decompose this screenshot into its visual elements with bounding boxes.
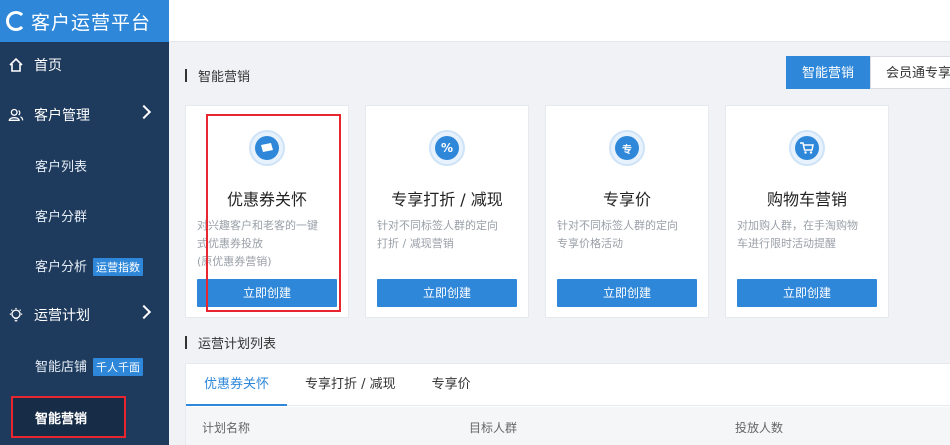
plan-list-panel: 优惠券关怀 专享打折 / 减现 专享价 计划名称 目标人群 投放人数 [185, 363, 950, 445]
sidebar-subitem-smart-marketing[interactable]: 智能营销 [11, 396, 126, 438]
plan-list-title: 运营计划列表 [185, 333, 276, 352]
sidebar-subitem-smart-store[interactable]: 智能店铺 千人千面 [35, 356, 144, 376]
sidebar-item-label: 运营计划 [34, 308, 90, 324]
sidebar-item-customer-management[interactable]: 客户管理 [0, 92, 169, 138]
card-title: 专享打折 / 减现 [391, 190, 503, 209]
sidebar-subitem-label: 客户列表 [35, 160, 88, 175]
table-header: 计划名称 目标人群 投放人数 [186, 407, 950, 445]
toggle-member-exclusive[interactable]: 会员通专享 [870, 56, 950, 89]
card-description: 针对不同标签人群的定向 专享价格活动 [557, 219, 678, 250]
card-exclusive-discount: % 专享打折 / 减现 针对不同标签人群的定向 打折 / 减现营销 立即创建 [365, 105, 529, 318]
logo-icon [6, 11, 26, 31]
card-title: 购物车营销 [766, 190, 847, 209]
sidebar-item-label: 首页 [34, 58, 62, 74]
chevron-right-icon [136, 104, 152, 120]
plan-tabs: 优惠券关怀 专享打折 / 减现 专享价 [186, 364, 950, 406]
create-button[interactable]: 立即创建 [197, 279, 337, 307]
column-header: 目标人群 [469, 421, 518, 435]
column-header: 计划名称 [202, 421, 251, 435]
exclusive-icon: 专 [609, 130, 645, 166]
sidebar-subitem-customer-list[interactable]: 客户列表 [35, 156, 87, 175]
card-description: 对加购人群，在手淘购物 车进行限时活动提醒 [737, 219, 858, 250]
home-icon [8, 57, 24, 73]
create-button[interactable]: 立即创建 [557, 279, 697, 307]
top-header [169, 0, 950, 42]
card-exclusive-price: 专 专享价 针对不同标签人群的定向 专享价格活动 立即创建 [545, 105, 709, 318]
sidebar-subitem-label: 客户分析 [35, 260, 88, 275]
card-title: 优惠券关怀 [226, 190, 307, 209]
chevron-right-icon [136, 304, 152, 320]
bulb-icon [8, 307, 24, 323]
cart-icon [789, 130, 825, 166]
ticket-icon [249, 130, 285, 166]
tab-exclusive-discount[interactable]: 专享打折 / 减现 [287, 364, 414, 406]
percent-icon: % [429, 130, 465, 166]
card-description: 对兴趣客户和老客的一键 式优惠券投放 (原优惠券营销) [197, 219, 318, 268]
sidebar-item-label: 客户管理 [34, 108, 90, 124]
sidebar-subitem-label: 智能店铺 [35, 360, 88, 375]
app-logo[interactable]: 客户运营平台 [0, 0, 169, 42]
user-group-icon [8, 107, 24, 123]
card-description: 针对不同标签人群的定向 打折 / 减现营销 [377, 219, 498, 250]
sidebar-subitem-customer-segments[interactable]: 客户分群 [35, 206, 87, 225]
sidebar-subitem-label: 智能营销 [35, 411, 88, 427]
toggle-smart-marketing[interactable]: 智能营销 [786, 56, 871, 89]
create-button[interactable]: 立即创建 [377, 279, 517, 307]
app-title: 客户运营平台 [31, 11, 152, 34]
personalization-badge: 千人千面 [93, 358, 144, 376]
sidebar-item-home[interactable]: 首页 [0, 42, 169, 88]
section-title: 智能营销 [185, 66, 250, 85]
sidebar: 客户运营平台 首页 客户管理 客户列表 客户分群 客户分析 运营指数 运营计划 智… [0, 0, 169, 445]
mode-toggle: 智能营销 会员通专享 [786, 56, 950, 89]
tab-exclusive-price[interactable]: 专享价 [414, 364, 489, 406]
column-header: 投放人数 [735, 421, 784, 435]
tab-coupon-care[interactable]: 优惠券关怀 [186, 364, 288, 406]
card-coupon-care: 优惠券关怀 对兴趣客户和老客的一键 式优惠券投放 (原优惠券营销) 立即创建 [185, 105, 349, 318]
ops-index-badge: 运营指数 [93, 258, 144, 276]
sidebar-subitem-label: 客户分群 [35, 210, 88, 225]
create-button[interactable]: 立即创建 [737, 279, 877, 307]
sidebar-item-ops-plan[interactable]: 运营计划 [0, 292, 169, 338]
card-cart-marketing: 购物车营销 对加购人群，在手淘购物 车进行限时活动提醒 立即创建 [725, 105, 889, 318]
card-title: 专享价 [602, 190, 651, 209]
sidebar-subitem-customer-analysis[interactable]: 客户分析 运营指数 [35, 256, 144, 276]
